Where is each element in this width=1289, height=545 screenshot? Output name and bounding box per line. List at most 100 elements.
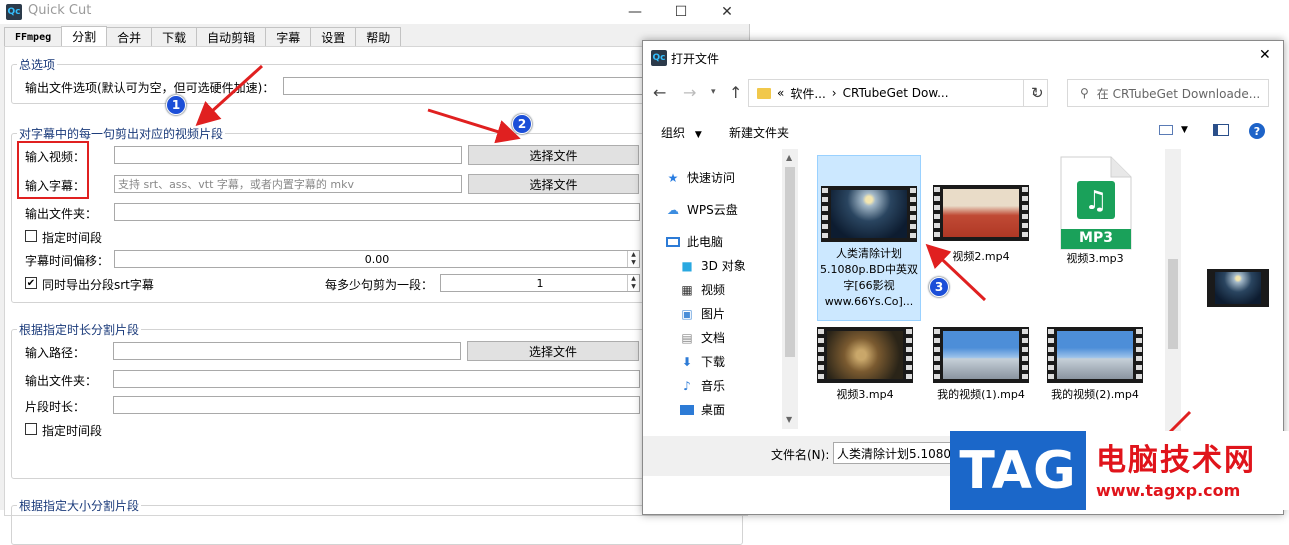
tab-help[interactable]: 帮助 xyxy=(355,27,402,46)
files-scrollbar[interactable] xyxy=(1165,149,1181,431)
nav-music[interactable]: ♪ 音乐 xyxy=(679,377,725,394)
nav-documents[interactable]: ▤ 文档 xyxy=(679,329,725,346)
refresh-icon[interactable]: ↻ xyxy=(1031,84,1044,102)
cube-icon: ■ xyxy=(681,258,693,273)
offset-label: 字幕时间偏移： xyxy=(25,254,110,268)
tab-split[interactable]: 分割 xyxy=(61,26,108,46)
choose-subtitle-button[interactable]: 选择文件 xyxy=(468,174,639,194)
output-folder-field[interactable] xyxy=(114,203,640,221)
mp3-badge: MP3 xyxy=(1079,230,1113,246)
svg-text:♫: ♫ xyxy=(1084,186,1107,216)
nav-label: 3D 对象 xyxy=(701,259,746,273)
input-subtitle-field[interactable]: 支持 srt、ass、vtt 字幕，或者内置字幕的 mkv xyxy=(114,175,462,193)
choose-input-button[interactable]: 选择文件 xyxy=(467,341,639,361)
nav-scroll-thumb[interactable] xyxy=(785,167,795,357)
segment-length-field[interactable] xyxy=(113,396,640,414)
maximize-button[interactable]: ☐ xyxy=(658,0,704,24)
dialog-logo-icon: Qc xyxy=(651,50,667,66)
nav-downloads[interactable]: ⬇ 下载 xyxy=(679,353,725,370)
tab-ffmpeg[interactable]: FFmpeg xyxy=(4,27,63,46)
file-item[interactable]: 我的视频(2).mp4 xyxy=(1043,327,1147,403)
offset-spinbox[interactable]: 0.00 ▲ ▼ xyxy=(114,250,640,268)
input-video-field[interactable] xyxy=(114,146,462,164)
breadcrumb-software[interactable]: 软件... xyxy=(790,85,825,102)
filename-input[interactable]: 人类清除计划5.1080p. xyxy=(833,442,953,464)
address-divider xyxy=(1023,79,1024,107)
nav-label: 下载 xyxy=(701,355,726,369)
output-options-input[interactable] xyxy=(283,77,643,95)
spin-arrows-icon[interactable]: ▲ ▼ xyxy=(627,275,639,291)
navigation-pane: ★ 快速访问 ☁ WPS云盘 此电脑 ■ 3D 对象 ▦ 视频 ▣ 图片 ▤ 文… xyxy=(643,149,799,431)
video-thumbnail-icon xyxy=(821,186,917,242)
close-button[interactable]: ✕ xyxy=(704,0,750,24)
files-scroll-thumb[interactable] xyxy=(1168,259,1178,349)
file-item[interactable]: ♫ MP3 视频3.mp3 xyxy=(1043,155,1147,267)
scroll-down-icon[interactable]: ▼ xyxy=(786,415,792,424)
per-segment-value: 1 xyxy=(536,276,544,290)
preview-pane-icon[interactable] xyxy=(1213,124,1229,136)
general-options-title: 总选项 xyxy=(17,56,58,73)
nav-3d-objects[interactable]: ■ 3D 对象 xyxy=(679,257,746,274)
file-name: 视频2.mp4 xyxy=(952,250,1010,263)
nav-pictures[interactable]: ▣ 图片 xyxy=(679,305,725,322)
nav-scrollbar[interactable]: ▲ ▼ xyxy=(782,149,798,429)
time-range-checkbox[interactable] xyxy=(25,230,37,242)
address-bar[interactable]: « 软件... › CRTubeGet Dow... ⌄ xyxy=(748,79,1048,107)
computer-icon xyxy=(665,235,681,249)
window-title: Quick Cut xyxy=(28,3,92,18)
duration-time-range-checkbox[interactable] xyxy=(25,423,37,435)
duration-time-range-label: 指定时间段 xyxy=(42,424,103,438)
annotation-badge-3: 3 xyxy=(929,277,949,297)
nav-label: 桌面 xyxy=(701,403,726,417)
video-thumbnail-icon xyxy=(933,327,1029,383)
file-item[interactable]: 视频3.mp4 xyxy=(813,327,917,403)
input-path-field[interactable] xyxy=(113,342,461,360)
export-srt-checkbox[interactable]: ✔ xyxy=(25,277,37,289)
file-grid: 人类清除计划5.1080p.BD中英双字[66影视www.66Ys.Co]...… xyxy=(805,149,1163,431)
tab-auto-edit[interactable]: 自动剪辑 xyxy=(196,27,267,46)
file-item[interactable]: 人类清除计划5.1080p.BD中英双字[66影视www.66Ys.Co]... xyxy=(817,155,921,321)
file-item[interactable]: 我的视频(1).mp4 xyxy=(929,327,1033,403)
choose-video-button[interactable]: 选择文件 xyxy=(468,145,639,165)
file-item[interactable]: 视频2.mp4 xyxy=(929,155,1033,265)
tab-subtitles[interactable]: 字幕 xyxy=(265,27,312,46)
subtitle-cut-title: 对字幕中的每一句剪出对应的视频片段 xyxy=(17,125,226,142)
recent-chevron-icon[interactable]: ▾ xyxy=(711,87,716,97)
forward-arrow-icon[interactable]: → xyxy=(683,83,696,102)
tab-merge[interactable]: 合并 xyxy=(106,27,153,46)
file-name: 视频3.mp4 xyxy=(836,388,894,401)
up-arrow-icon[interactable]: ↑ xyxy=(729,83,742,102)
scroll-up-icon[interactable]: ▲ xyxy=(786,153,792,162)
output-options-label: 输出文件选项(默认可为空，但可选硬件加速)： xyxy=(25,81,275,95)
breadcrumb-current[interactable]: CRTubeGet Dow... xyxy=(843,86,949,100)
dialog-close-button[interactable]: ✕ xyxy=(1259,47,1271,63)
nav-desktop[interactable]: 桌面 xyxy=(679,401,725,418)
nav-quick-access[interactable]: ★ 快速访问 xyxy=(665,169,735,186)
nav-wps-cloud[interactable]: ☁ WPS云盘 xyxy=(665,201,738,218)
help-icon[interactable]: ? xyxy=(1249,123,1265,139)
duration-output-folder-label: 输出文件夹： xyxy=(25,374,98,388)
tab-settings[interactable]: 设置 xyxy=(310,27,357,46)
nav-videos[interactable]: ▦ 视频 xyxy=(679,281,725,298)
spin-arrows-icon[interactable]: ▲ ▼ xyxy=(627,251,639,267)
organize-menu[interactable]: 组织 ▼ xyxy=(661,124,702,141)
back-arrow-icon[interactable]: ← xyxy=(653,83,666,102)
per-segment-label: 每多少句剪为一段： xyxy=(325,278,434,292)
tab-download[interactable]: 下载 xyxy=(151,27,198,46)
view-icon[interactable] xyxy=(1159,125,1173,135)
duration-output-folder-field[interactable] xyxy=(113,370,640,388)
new-folder-button[interactable]: 新建文件夹 xyxy=(729,124,789,141)
nav-this-pc[interactable]: 此电脑 xyxy=(665,233,723,250)
search-input[interactable]: ⚲ 在 CRTubeGet Downloade... xyxy=(1067,79,1269,107)
minimize-button[interactable]: — xyxy=(612,0,658,24)
per-segment-spinbox[interactable]: 1 ▲ ▼ xyxy=(440,274,640,292)
input-subtitle-label: 输入字幕： xyxy=(25,179,86,193)
chevron-down-icon: ▼ xyxy=(694,130,702,140)
download-arrow-icon: ⬇ xyxy=(681,354,693,369)
view-chevron-icon[interactable]: ▼ xyxy=(1181,125,1188,135)
nav-label: 文档 xyxy=(701,331,726,345)
nav-label: WPS云盘 xyxy=(687,203,738,217)
check-icon: ✔ xyxy=(26,277,36,289)
file-name: 我的视频(2).mp4 xyxy=(1051,388,1139,401)
search-placeholder: 在 CRTubeGet Downloade... xyxy=(1096,86,1261,101)
